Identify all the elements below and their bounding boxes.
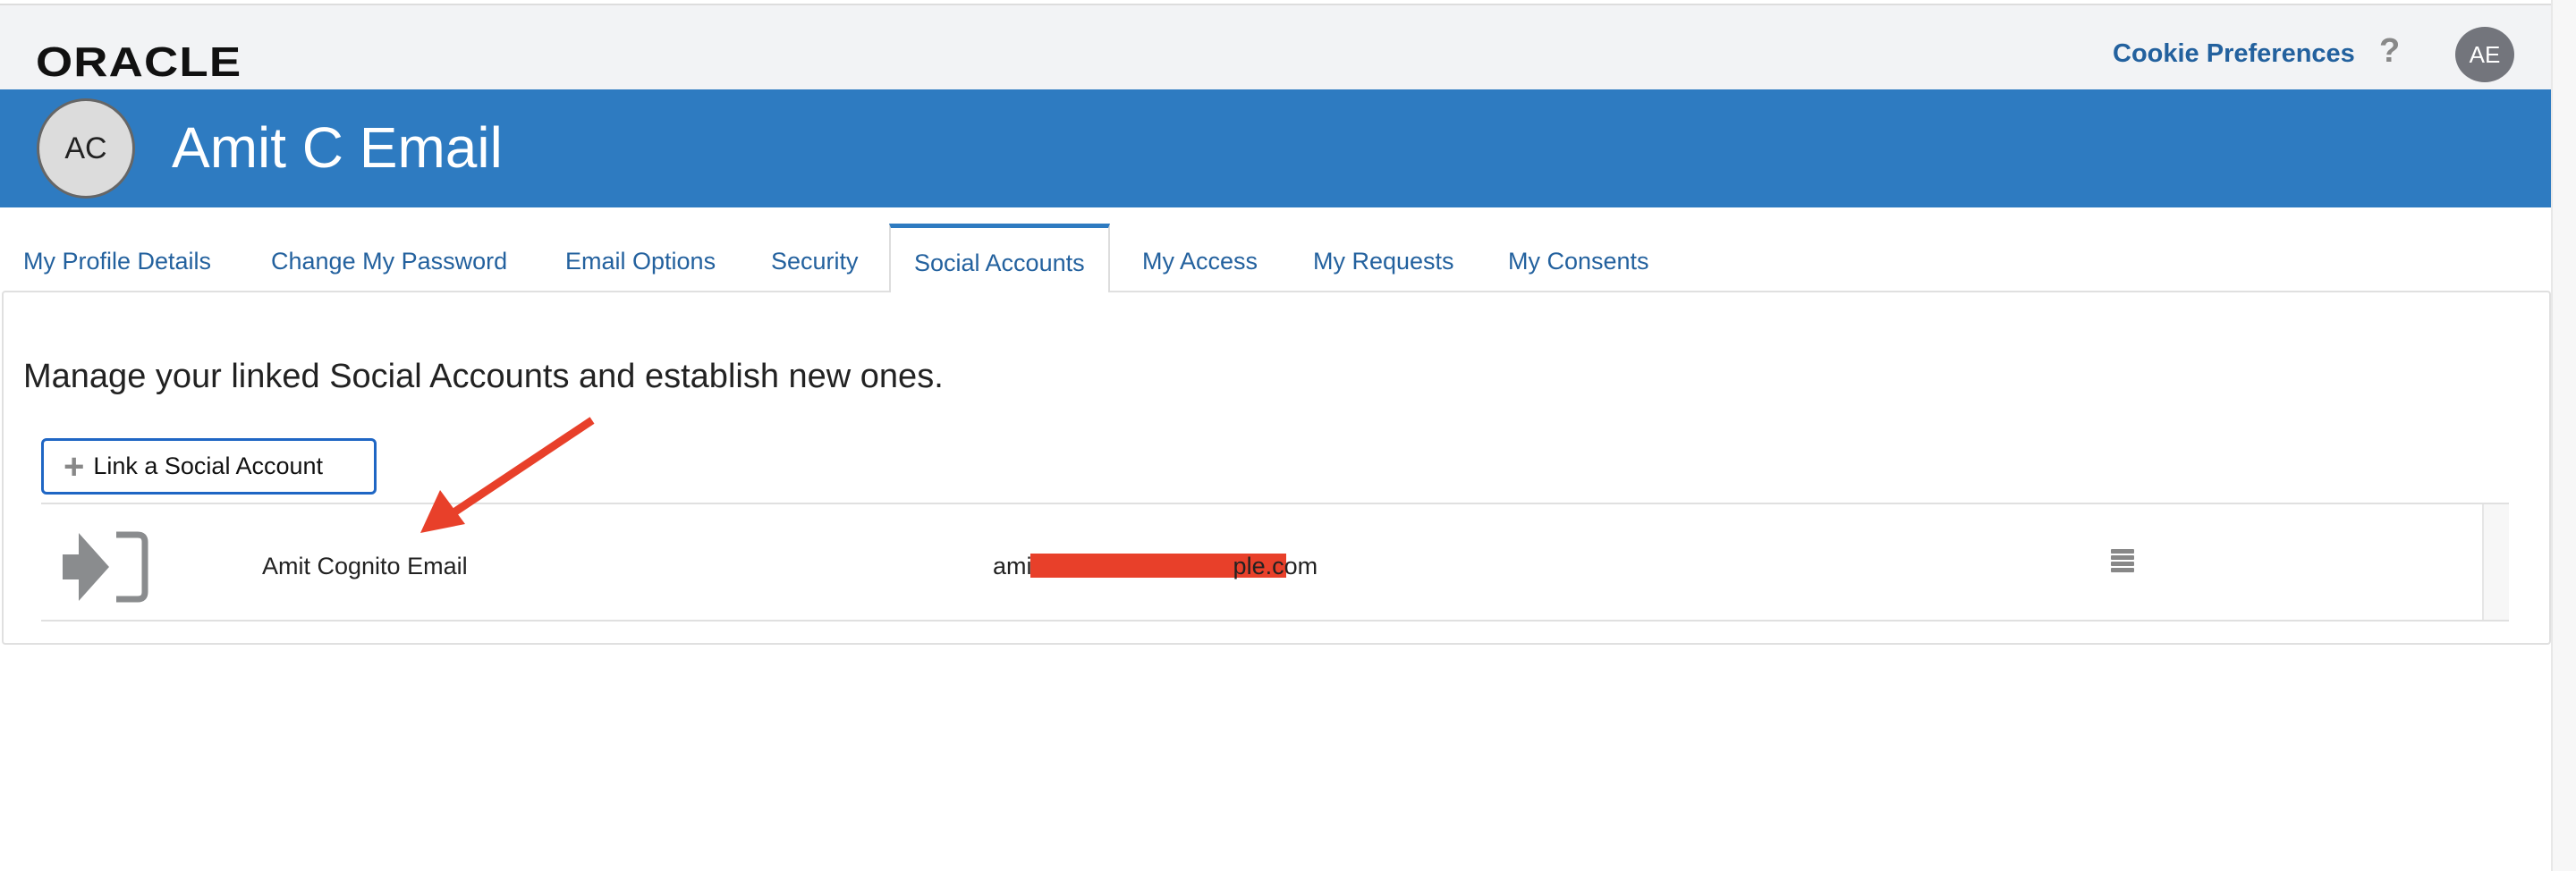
- plus-icon: +: [64, 446, 85, 486]
- tab-my-consents[interactable]: My Consents: [1508, 224, 1649, 292]
- social-accounts-table: Amit Cognito Email ami ple.com: [41, 503, 2509, 622]
- tab-my-requests[interactable]: My Requests: [1313, 224, 1454, 292]
- link-social-account-label: Link a Social Account: [93, 452, 324, 479]
- page-heading: Manage your linked Social Accounts and e…: [23, 358, 944, 395]
- user-avatar[interactable]: AE: [2455, 27, 2514, 82]
- sign-in-icon: [63, 531, 148, 603]
- tab-change-my-password[interactable]: Change My Password: [271, 224, 507, 292]
- link-social-account-button[interactable]: + Link a Social Account: [41, 438, 377, 495]
- tab-security[interactable]: Security: [771, 224, 859, 292]
- profile-name: Amit C Email: [172, 115, 503, 180]
- tab-my-profile-details[interactable]: My Profile Details: [23, 224, 211, 292]
- tab-my-access[interactable]: My Access: [1142, 224, 1258, 292]
- account-name: Amit Cognito Email: [262, 553, 468, 579]
- row-menu-icon[interactable]: [2111, 549, 2134, 574]
- oracle-logo: ORACLE: [36, 38, 242, 85]
- account-email: ami ple.com: [993, 553, 1318, 579]
- tab-email-options[interactable]: Email Options: [565, 224, 716, 292]
- top-bar: ORACLE Cookie Preferences ? AE: [0, 4, 2551, 89]
- page-scrollbar[interactable]: [2551, 0, 2576, 871]
- tab-social-accounts[interactable]: Social Accounts: [889, 224, 1110, 292]
- profile-banner: AC Amit C Email: [0, 89, 2551, 207]
- cookie-preferences-link[interactable]: Cookie Preferences: [2113, 39, 2355, 69]
- table-scrollbar[interactable]: [2482, 504, 2509, 620]
- help-icon[interactable]: ?: [2379, 32, 2400, 71]
- profile-avatar: AC: [37, 98, 135, 199]
